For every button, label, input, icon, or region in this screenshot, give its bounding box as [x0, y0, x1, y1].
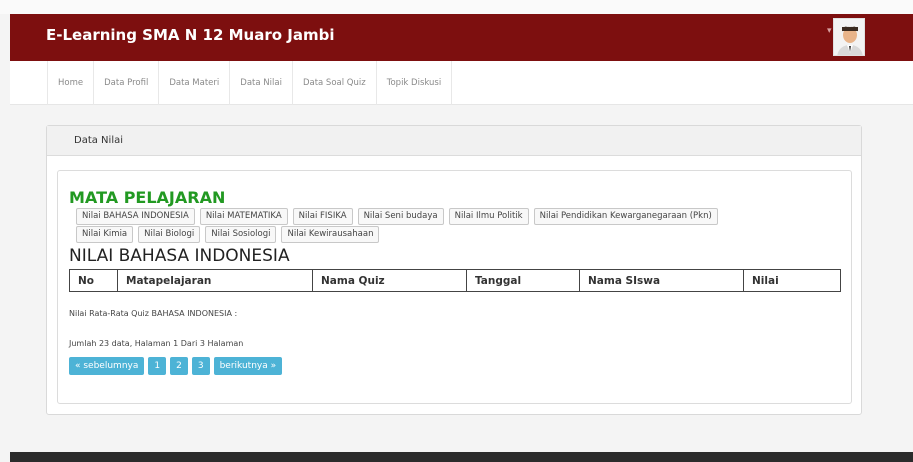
subject-button-sosiologi[interactable]: Nilai Sosiologi: [205, 226, 277, 243]
avatar[interactable]: [833, 18, 865, 56]
menu-topik-diskusi[interactable]: Topik Diskusi: [377, 61, 453, 105]
grades-title: NILAI BAHASA INDONESIA: [69, 246, 290, 266]
navbar: E-Learning SMA N 12 Muaro Jambi ▾: [10, 14, 913, 61]
column-header-nama-siswa: Nama SIswa: [579, 269, 744, 292]
menu-data-materi[interactable]: Data Materi: [159, 61, 231, 105]
data-summary: Jumlah 23 data, Halaman 1 Dari 3 Halaman: [69, 339, 244, 348]
column-header-nilai: Nilai: [743, 269, 841, 292]
subject-button-ilmu-politik[interactable]: Nilai Ilmu Politik: [448, 208, 529, 225]
average-label: Nilai Rata-Rata Quiz BAHASA INDONESIA :: [69, 309, 238, 318]
data-nilai-panel: Data Nilai MATA PELAJARAN Nilai BAHASA I…: [46, 125, 862, 415]
subjects-title: MATA PELAJARAN: [69, 188, 226, 207]
subject-button-bahasa-indonesia[interactable]: Nilai BAHASA INDONESIA: [76, 208, 195, 225]
user-avatar-icon: [834, 19, 864, 55]
menu-bar: Home Data Profil Data Materi Data Nilai …: [10, 61, 913, 105]
main-menu: Home Data Profil Data Materi Data Nilai …: [47, 61, 453, 105]
column-header-tanggal: Tanggal: [466, 269, 580, 292]
grades-table: No Matapelajaran Nama Quiz Tanggal Nama …: [69, 269, 841, 292]
subject-button-biologi[interactable]: Nilai Biologi: [138, 226, 201, 243]
table-header-row: No Matapelajaran Nama Quiz Tanggal Nama …: [69, 269, 841, 292]
panel-title: Data Nilai: [47, 126, 861, 156]
app-title[interactable]: E-Learning SMA N 12 Muaro Jambi: [46, 26, 334, 44]
column-header-matapelajaran: Matapelajaran: [117, 269, 313, 292]
footer-bar: [10, 452, 913, 462]
chevron-down-icon[interactable]: ▾: [827, 26, 832, 36]
pagination-next-button[interactable]: berikutnya »: [213, 357, 283, 375]
pagination-page-1[interactable]: 1: [148, 357, 167, 375]
pagination-page-2[interactable]: 2: [170, 357, 188, 375]
pagination-page-3[interactable]: 3: [191, 357, 210, 375]
subject-button-matematika[interactable]: Nilai MATEMATIKA: [199, 208, 288, 225]
subject-button-fisika[interactable]: Nilai FISIKA: [292, 208, 353, 225]
menu-data-nilai[interactable]: Data Nilai: [230, 61, 293, 105]
pagination-prev-button[interactable]: « sebelumnya: [69, 357, 145, 375]
menu-data-soal-quiz[interactable]: Data Soal Quiz: [293, 61, 377, 105]
column-header-no: No: [69, 269, 118, 292]
subject-button-pkn[interactable]: Nilai Pendidikan Kewarganegaraan (Pkn): [533, 208, 718, 225]
top-strip: [0, 0, 913, 14]
subject-buttons-row-2: Nilai Kimia Nilai Biologi Nilai Sosiolog…: [76, 226, 380, 243]
subject-button-seni-budaya[interactable]: Nilai Seni budaya: [357, 208, 444, 225]
subject-button-kimia[interactable]: Nilai Kimia: [76, 226, 134, 243]
menu-data-profil[interactable]: Data Profil: [94, 61, 160, 105]
subject-button-kewirausahaan[interactable]: Nilai Kewirausahaan: [281, 226, 380, 243]
column-header-nama-quiz: Nama Quiz: [312, 269, 467, 292]
pagination: « sebelumnya 1 2 3 berikutnya »: [69, 357, 283, 375]
menu-home[interactable]: Home: [48, 61, 95, 105]
panel-body: MATA PELAJARAN Nilai BAHASA INDONESIA Ni…: [57, 170, 852, 404]
subject-buttons-row-1: Nilai BAHASA INDONESIA Nilai MATEMATIKA …: [76, 208, 718, 225]
